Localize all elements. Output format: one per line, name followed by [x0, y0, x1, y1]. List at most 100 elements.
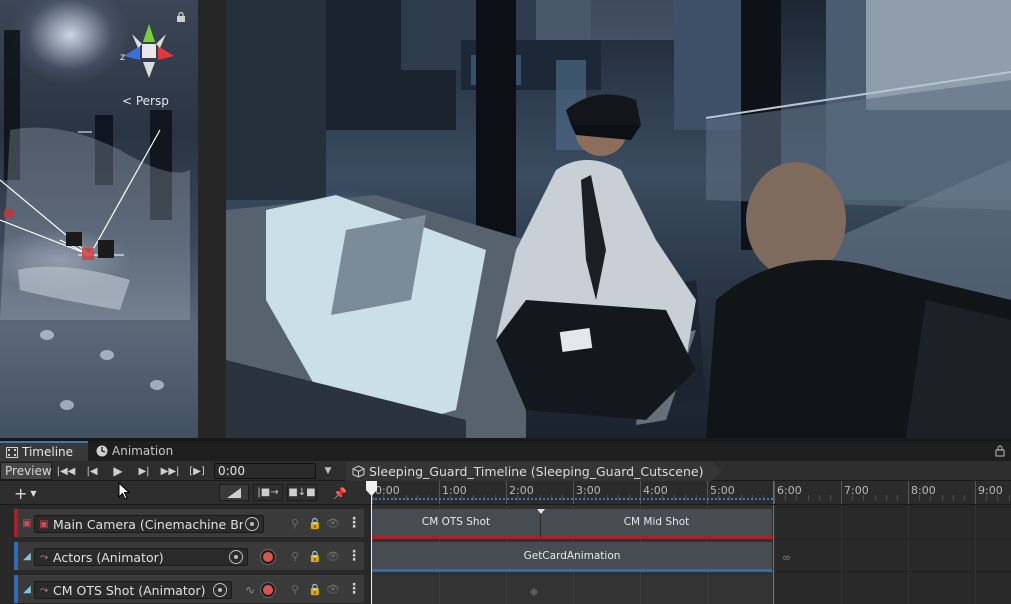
- clip-edit-mode-mix-button[interactable]: [219, 484, 249, 501]
- floor-light: [100, 350, 114, 360]
- clip-edit-mode-replace-button[interactable]: ■↓■: [287, 484, 317, 501]
- ruler-major-tick: [774, 481, 775, 504]
- pin-icon[interactable]: ⚲: [288, 516, 302, 530]
- ruler-minor-tick: [919, 495, 921, 501]
- pin-icon: 📌: [333, 486, 347, 500]
- play-range-button[interactable]: [▶]: [186, 463, 208, 479]
- lock-icon[interactable]: [995, 445, 1005, 457]
- ruler-minor-tick: [818, 495, 820, 501]
- clip-get-card-animation[interactable]: GetCardAnimation: [372, 542, 773, 572]
- play-range-icon: [▶]: [189, 465, 205, 477]
- previous-frame-icon: |◀: [86, 465, 98, 477]
- track-binding-name: CM OTS Shot (Animator): [53, 582, 206, 598]
- track-binding-field[interactable]: ⤳ CM OTS Shot (Animator): [34, 581, 232, 599]
- track-menu-button[interactable]: ⋮: [347, 547, 361, 565]
- ruler-minor-tick: [930, 495, 932, 501]
- curves-view-icon[interactable]: ∿: [242, 582, 258, 598]
- record-button[interactable]: [260, 549, 276, 565]
- animator-icon: ⤳: [40, 584, 48, 596]
- clip-cm-ots-shot[interactable]: CM OTS Shot: [372, 509, 541, 539]
- ruler-minor-tick: [863, 495, 865, 501]
- time-format-dropdown[interactable]: ▼: [320, 463, 336, 479]
- track-binding-field[interactable]: ▣ Main Camera (Cinemachine Brain): [34, 515, 264, 533]
- clip-edit-mode-ripple-button[interactable]: |■→: [253, 484, 283, 501]
- record-button[interactable]: [260, 582, 276, 598]
- track-binding-field[interactable]: ⤳ Actors (Animator): [34, 548, 248, 566]
- gizmo-axis-label: z: [120, 52, 125, 63]
- clip-cm-mid-shot[interactable]: CM Mid Shot: [541, 509, 773, 539]
- ruler-minor-tick: [997, 495, 999, 501]
- ruler-tick-label: 6:00: [777, 484, 802, 497]
- timeline-asset-breadcrumb[interactable]: Sleeping_Guard_Timeline (Sleeping_Guard_…: [346, 461, 721, 481]
- object-picker-icon[interactable]: [213, 583, 227, 597]
- pin-markers-button[interactable]: 📌: [332, 485, 348, 501]
- track-headers: ▣ ▣ Main Camera (Cinemachine Brain) ⚲ 🔒 …: [0, 505, 372, 604]
- ruler-major-tick: [841, 481, 842, 504]
- play-icon: ▶: [113, 464, 123, 478]
- tab-timeline[interactable]: Timeline: [0, 441, 88, 461]
- ruler-minor-tick: [896, 495, 898, 501]
- plus-icon: +: [14, 483, 28, 503]
- play-range-indicator: [372, 495, 773, 500]
- go-to-end-icon: ▶▶|: [160, 465, 180, 477]
- floor-light: [60, 400, 74, 410]
- add-track-button[interactable]: + ▼: [14, 483, 48, 503]
- ruler-minor-tick: [785, 495, 787, 501]
- current-time-field[interactable]: 0:00: [214, 463, 316, 479]
- track-header-cm-ots-shot[interactable]: ◢ ⤳ CM OTS Shot (Animator) ∿ ⚲ 🔒 👁 ⋮: [14, 575, 364, 603]
- cinemachine-brain-icon: ▣: [39, 518, 49, 530]
- replace-mode-icon: ■↓■: [288, 487, 316, 498]
- track-color-bar: [14, 542, 18, 570]
- animator-icon: ⤳: [40, 551, 48, 563]
- object-picker-icon[interactable]: [229, 550, 243, 564]
- track-header-toolbar: + ▼ |■→ ■↓■ 📌: [0, 481, 372, 505]
- chevron-down-icon: ▼: [30, 488, 37, 498]
- cutscene-render: [226, 0, 1011, 438]
- orientation-gizmo-icon[interactable]: z: [118, 20, 180, 82]
- time-ruler[interactable]: 0:00 1:00 2:00 3:00 4:00 5:00 6:00 7:00 8:00 9:00: [372, 481, 1011, 505]
- playhead-line[interactable]: [371, 484, 372, 604]
- infinite-clip-icon: ∞: [782, 551, 792, 564]
- tab-animation[interactable]: Animation: [90, 441, 180, 461]
- previous-frame-button[interactable]: |◀: [81, 463, 103, 479]
- film-icon: [6, 446, 18, 458]
- track-header-main-camera[interactable]: ▣ ▣ Main Camera (Cinemachine Brain) ⚲ 🔒 …: [14, 509, 364, 537]
- mouse-cursor-icon: [118, 482, 130, 500]
- lock-icon[interactable]: 🔒: [308, 549, 322, 563]
- lock-icon[interactable]: 🔒: [308, 516, 322, 530]
- ruler-minor-tick: [963, 495, 965, 501]
- ruler-minor-tick: [829, 495, 831, 501]
- ruler-tick-label: 8:00: [911, 484, 936, 497]
- ruler-major-tick: [707, 481, 708, 504]
- ruler-major-tick: [439, 481, 440, 504]
- eye-icon[interactable]: 👁: [326, 516, 340, 530]
- blend-marker-icon: [537, 509, 545, 514]
- lock-icon[interactable]: 🔒: [308, 582, 322, 596]
- scene-view[interactable]: z < Persp: [0, 0, 198, 438]
- timeline-toolbar: Preview |◀◀ |◀ ▶ ▶| ▶▶| [▶] 0:00 ▼ Sleep…: [0, 461, 1011, 481]
- track-header-actors[interactable]: ◢ ⤳ Actors (Animator) ⚲ 🔒 👁 ⋮: [14, 542, 364, 570]
- pin-icon[interactable]: ⚲: [288, 549, 302, 563]
- pin-icon[interactable]: ⚲: [288, 582, 302, 596]
- object-picker-icon[interactable]: [245, 517, 259, 531]
- play-button[interactable]: ▶: [107, 463, 129, 479]
- ruler-major-tick: [975, 481, 976, 504]
- track-binding-name: Actors (Animator): [53, 549, 164, 565]
- next-frame-button[interactable]: ▶|: [133, 463, 155, 479]
- tracks-area[interactable]: CM OTS Shot CM Mid Shot GetCardAnimation…: [372, 505, 1011, 604]
- track-menu-button[interactable]: ⋮: [347, 580, 361, 598]
- floor-light: [40, 330, 54, 340]
- timeline-end-marker[interactable]: [773, 505, 774, 604]
- floor-light: [150, 380, 164, 390]
- animation-track-icon: ◢: [23, 583, 31, 595]
- go-to-start-button[interactable]: |◀◀: [55, 463, 77, 479]
- preview-button[interactable]: Preview: [0, 462, 52, 480]
- track-menu-button[interactable]: ⋮: [347, 514, 361, 532]
- eye-icon[interactable]: 👁: [326, 582, 340, 596]
- viewport-divider: [198, 0, 226, 438]
- projection-label[interactable]: < Persp: [122, 94, 169, 108]
- go-to-end-button[interactable]: ▶▶|: [159, 463, 181, 479]
- ruler-minor-tick: [1008, 495, 1010, 501]
- ruler-minor-tick: [986, 495, 988, 501]
- eye-icon[interactable]: 👁: [326, 549, 340, 563]
